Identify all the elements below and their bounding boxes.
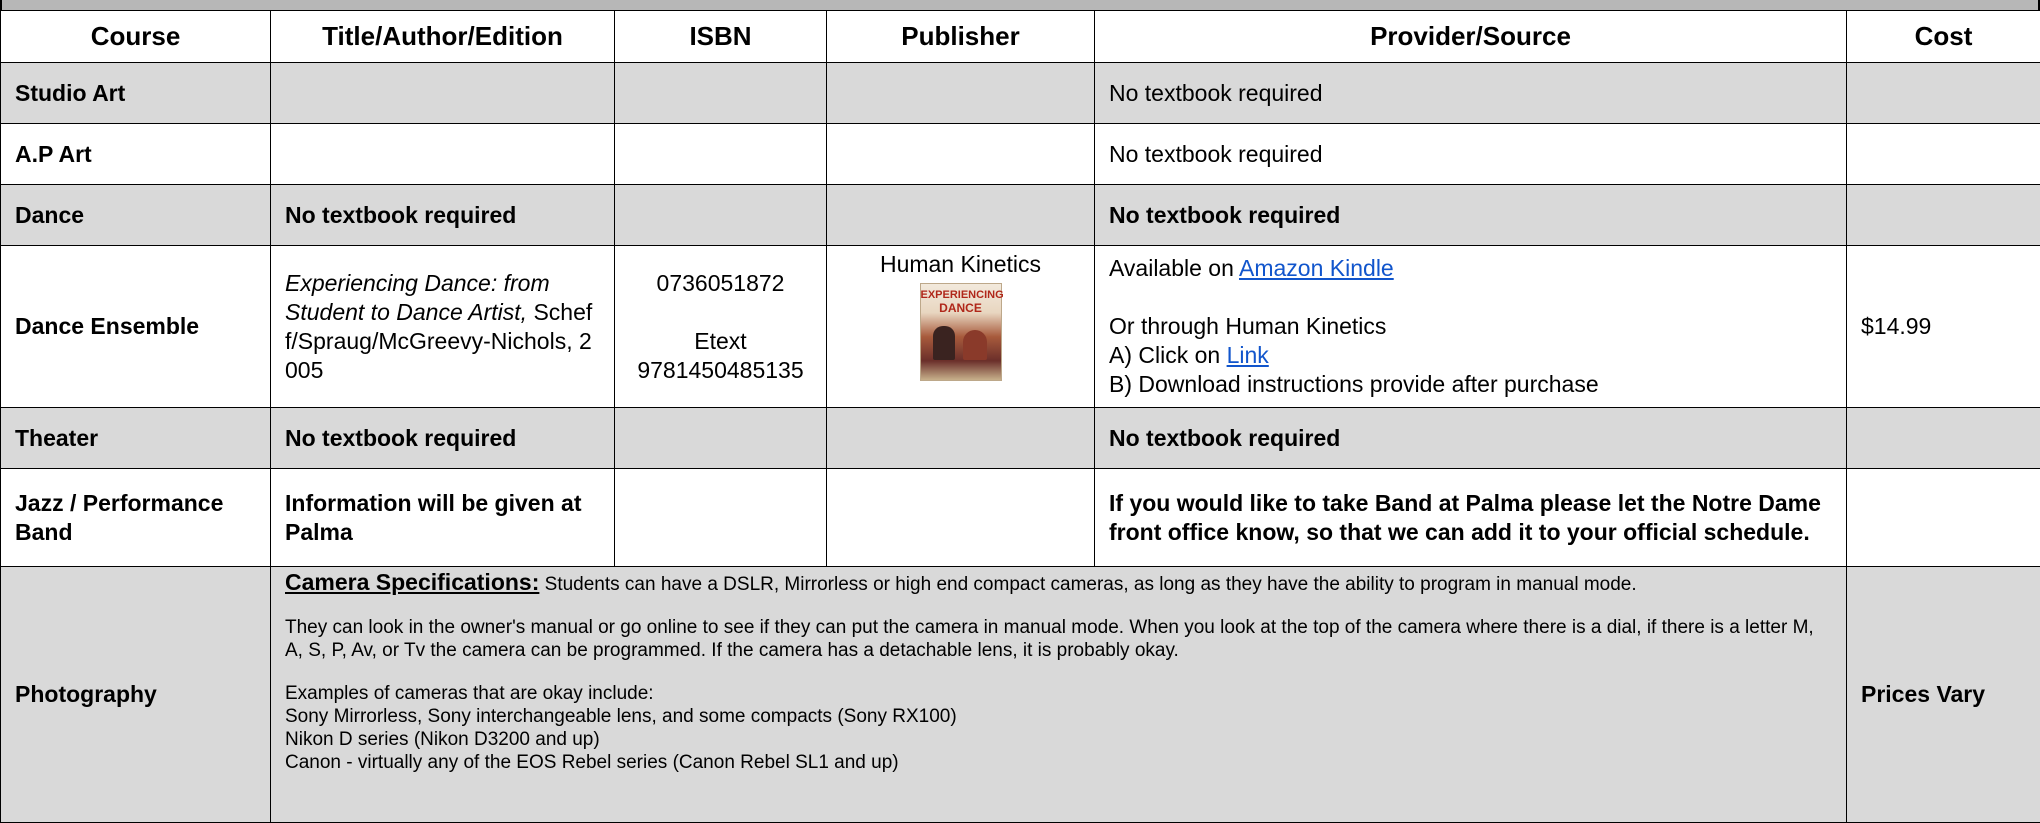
- isbn-cell: [614, 62, 827, 124]
- amazon-kindle-link[interactable]: Amazon Kindle: [1239, 255, 1394, 281]
- table-row: Dance No textbook required No textbook r…: [0, 184, 2040, 246]
- header-isbn: ISBN: [614, 10, 827, 63]
- book-title: Experiencing Dance: from Student to Danc…: [285, 269, 550, 325]
- camera-spec-intro: Students can have a DSLR, Mirrorless or …: [539, 574, 1637, 595]
- publisher-cell: [826, 407, 1095, 469]
- camera-example: Canon - virtually any of the EOS Rebel s…: [285, 752, 899, 773]
- provider-cell: If you would like to take Band at Palma …: [1094, 468, 1847, 567]
- course-cell: A.P Art: [0, 123, 271, 185]
- table-top-bar: [0, 0, 2040, 10]
- human-kinetics-link[interactable]: Link: [1227, 342, 1269, 368]
- isbn-cell: [614, 184, 827, 246]
- isbn-etext-label: Etext: [694, 327, 747, 354]
- header-publisher: Publisher: [826, 10, 1095, 63]
- publisher-cell: [826, 62, 1095, 124]
- cost-cell: Prices Vary: [1846, 566, 2040, 823]
- isbn-cell: [614, 407, 827, 469]
- title-cell: No textbook required: [270, 184, 615, 246]
- provider-cell: No textbook required: [1094, 184, 1847, 246]
- table-row: Dance Ensemble Experiencing Dance: from …: [0, 245, 2040, 408]
- publisher-cell: Human Kinetics EXPERIENCING DANCE: [826, 245, 1095, 408]
- course-cell: Jazz / Performance Band: [0, 468, 271, 567]
- table-row: Jazz / Performance Band Information will…: [0, 468, 2040, 567]
- publisher-name: Human Kinetics: [879, 251, 1042, 277]
- cost-cell: [1846, 62, 2040, 124]
- camera-example: Nikon D series (Nikon D3200 and up): [285, 729, 600, 750]
- publisher-cell: [826, 184, 1095, 246]
- camera-spec-cell: Camera Specifications: Students can have…: [270, 566, 1847, 823]
- publisher-cell: [826, 468, 1095, 567]
- cost-cell: [1846, 407, 2040, 469]
- textbook-table: Course Title/Author/Edition ISBN Publish…: [0, 10, 2040, 823]
- publisher-cell: [826, 123, 1095, 185]
- isbn-cell: [614, 468, 827, 567]
- camera-spec-paragraph: They can look in the owner's manual or g…: [285, 617, 1814, 661]
- course-cell: Studio Art: [0, 62, 271, 124]
- isbn-cell: [614, 123, 827, 185]
- table-row: Studio Art No textbook required: [0, 62, 2040, 124]
- header-course: Course: [0, 10, 271, 63]
- cost-cell: [1846, 468, 2040, 567]
- provider-cell: No textbook required: [1094, 123, 1847, 185]
- camera-spec-heading: Camera Specifications:: [285, 569, 540, 595]
- title-cell: No textbook required: [270, 407, 615, 469]
- course-cell: Dance Ensemble: [0, 245, 271, 408]
- title-cell: Experiencing Dance: from Student to Danc…: [270, 245, 615, 408]
- title-cell: Information will be given at Palma: [270, 468, 615, 567]
- cost-cell: $14.99: [1846, 245, 2040, 408]
- table-row: A.P Art No textbook required: [0, 123, 2040, 185]
- header-cost: Cost: [1846, 10, 2040, 63]
- provider-cell: No textbook required: [1094, 407, 1847, 469]
- title-cell: [270, 123, 615, 185]
- header-provider: Provider/Source: [1094, 10, 1847, 63]
- table-row: Theater No textbook required No textbook…: [0, 407, 2040, 469]
- isbn-print: 0736051872: [656, 269, 785, 296]
- table-row: Photography Camera Specifications: Stude…: [0, 566, 2040, 823]
- header-title: Title/Author/Edition: [270, 10, 615, 63]
- isbn-cell: 0736051872 Etext 9781450485135: [614, 245, 827, 408]
- course-cell: Photography: [0, 566, 271, 823]
- cost-cell: [1846, 123, 2040, 185]
- course-cell: Theater: [0, 407, 271, 469]
- download-instructions-text: B) Download instructions provide after p…: [1109, 371, 1599, 397]
- provider-cell: Available on Amazon Kindle Or through Hu…: [1094, 245, 1847, 408]
- provider-cell: No textbook required: [1094, 62, 1847, 124]
- provider-alt-text: Or through Human Kinetics: [1109, 313, 1387, 339]
- course-cell: Dance: [0, 184, 271, 246]
- isbn-etext: 9781450485135: [637, 356, 804, 383]
- header-row: Course Title/Author/Edition ISBN Publish…: [0, 10, 2040, 63]
- book-cover-image: EXPERIENCING DANCE: [919, 283, 1004, 381]
- camera-example: Sony Mirrorless, Sony interchangeable le…: [285, 706, 957, 727]
- examples-heading: Examples of cameras that are okay includ…: [285, 683, 654, 704]
- cost-cell: [1846, 184, 2040, 246]
- title-cell: [270, 62, 615, 124]
